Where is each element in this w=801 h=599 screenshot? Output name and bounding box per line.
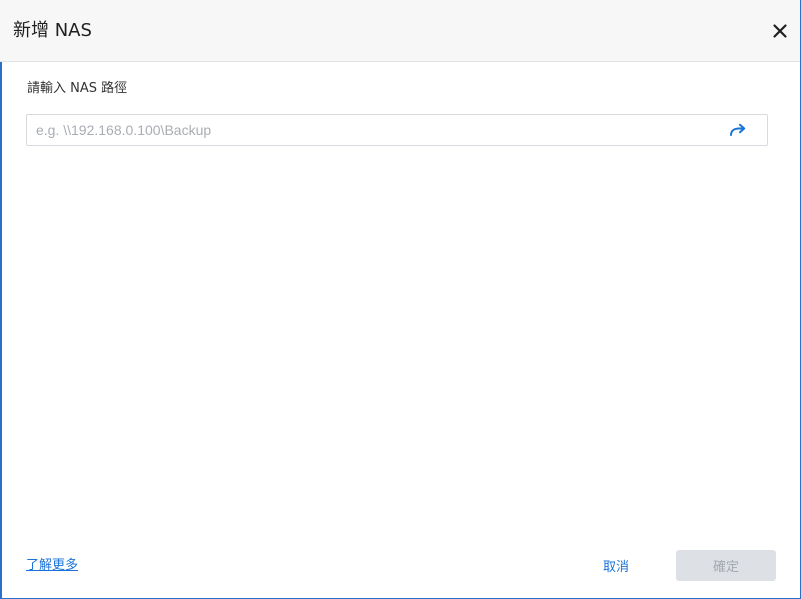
close-button[interactable] [768,19,792,43]
close-icon [773,24,787,38]
window-border [0,0,2,599]
nas-path-field [26,114,768,146]
nas-path-input[interactable] [27,115,717,145]
dialog-title: 新增 NAS [13,20,92,41]
learn-more-link[interactable]: 了解更多 [26,558,78,574]
cancel-button[interactable]: 取消 [588,550,644,581]
dialog-header: 新增 NAS [0,0,800,62]
add-nas-dialog: 新增 NAS 請輸入 NAS 路徑 了解更多 取消 確定 [0,0,801,599]
arrow-redo-icon [730,123,746,136]
confirm-button[interactable]: 確定 [676,550,776,581]
go-button[interactable] [727,121,749,139]
nas-path-label: 請輸入 NAS 路徑 [27,81,128,96]
